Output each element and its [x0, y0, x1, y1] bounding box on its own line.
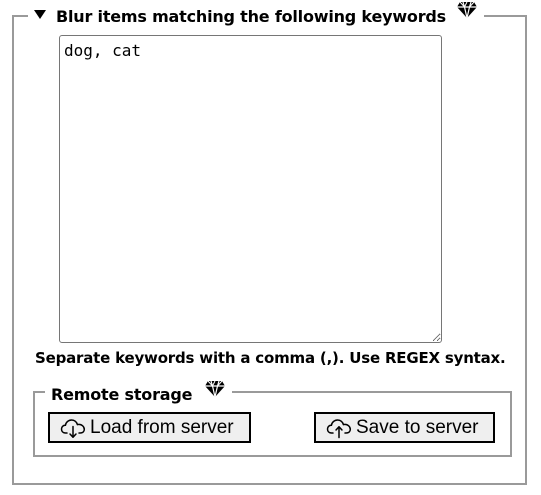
keywords-section-title: Blur items matching the following keywor…: [56, 6, 446, 26]
load-from-server-label: Load from server: [90, 416, 234, 438]
save-to-server-label: Save to server: [356, 416, 479, 438]
load-from-server-button[interactable]: Load from server: [48, 412, 251, 443]
keywords-section-legend[interactable]: Blur items matching the following keywor…: [28, 1, 484, 30]
caret-down-icon[interactable]: [34, 9, 46, 19]
diamond-icon: [204, 380, 226, 398]
keywords-help-text: Separate keywords with a comma (,). Use …: [35, 349, 506, 367]
remote-storage-legend: Remote storage: [45, 380, 233, 408]
diamond-icon: [456, 1, 478, 19]
keywords-textarea[interactable]: [59, 35, 442, 343]
cloud-upload-icon: [326, 417, 352, 439]
cloud-download-icon: [60, 417, 86, 439]
save-to-server-button[interactable]: Save to server: [314, 412, 495, 443]
remote-storage-title: Remote storage: [51, 384, 193, 404]
